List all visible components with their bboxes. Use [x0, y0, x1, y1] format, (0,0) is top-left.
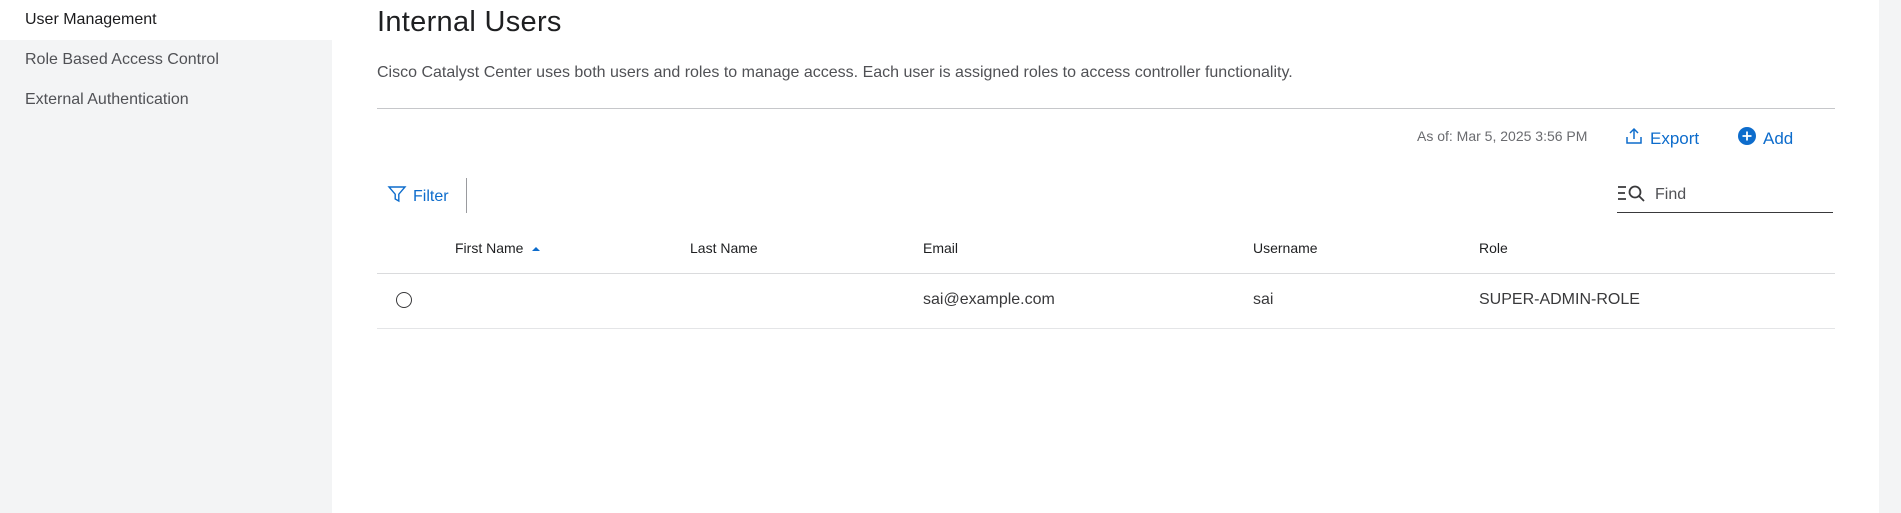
sidebar-item-label: Role Based Access Control	[25, 51, 219, 68]
column-header-label: Role	[1479, 240, 1508, 256]
column-header-role[interactable]: Role	[1479, 240, 1508, 256]
cell-role: SUPER-ADMIN-ROLE	[1479, 291, 1640, 308]
table-row[interactable]: sai@example.com sai SUPER-ADMIN-ROLE	[377, 274, 1835, 329]
sidebar-item-label: User Management	[25, 11, 157, 28]
column-header-label: Email	[923, 240, 959, 256]
row-select-radio[interactable]	[396, 292, 412, 308]
sidebar-item-user-management[interactable]: User Management	[0, 0, 332, 40]
filter-button[interactable]: Filter	[387, 184, 449, 209]
upload-icon	[1624, 126, 1644, 151]
plus-circle-icon	[1737, 126, 1757, 151]
column-header-label: First Name	[455, 240, 524, 256]
export-label: Export	[1650, 128, 1700, 148]
cell-username: sai	[1253, 291, 1274, 308]
cell-email: sai@example.com	[923, 291, 1055, 308]
add-button[interactable]: Add	[1737, 126, 1793, 151]
funnel-icon	[387, 184, 407, 209]
column-header-first-name[interactable]: First Name	[455, 240, 541, 256]
sidebar-item-external-authentication[interactable]: External Authentication	[0, 80, 332, 120]
sidebar-item-label: External Authentication	[25, 91, 189, 108]
scrollbar-track[interactable]	[1879, 0, 1901, 513]
filter-separator	[466, 178, 467, 213]
add-label: Add	[1763, 128, 1794, 148]
app-root: User Management Role Based Access Contro…	[0, 0, 1901, 513]
column-header-label: Username	[1253, 240, 1318, 256]
sidebar-item-role-based-access-control[interactable]: Role Based Access Control	[0, 40, 332, 80]
caret-up-icon	[531, 240, 541, 256]
find-input[interactable]	[1653, 185, 1827, 205]
page-title: Internal Users	[377, 6, 562, 38]
last-updated-timestamp: As of: Mar 5, 2025 3:56 PM	[1417, 128, 1588, 144]
page-description: Cisco Catalyst Center uses both users an…	[377, 64, 1293, 81]
column-header-label: Last Name	[690, 240, 758, 256]
column-header-last-name[interactable]: Last Name	[690, 240, 758, 256]
filter-label: Filter	[413, 187, 449, 205]
sidebar: User Management Role Based Access Contro…	[0, 0, 332, 513]
find-field[interactable]	[1617, 178, 1833, 213]
export-button[interactable]: Export	[1624, 126, 1699, 151]
header-divider	[377, 108, 1835, 109]
column-header-username[interactable]: Username	[1253, 240, 1318, 256]
list-search-icon	[1617, 183, 1647, 208]
column-header-email[interactable]: Email	[923, 240, 958, 256]
